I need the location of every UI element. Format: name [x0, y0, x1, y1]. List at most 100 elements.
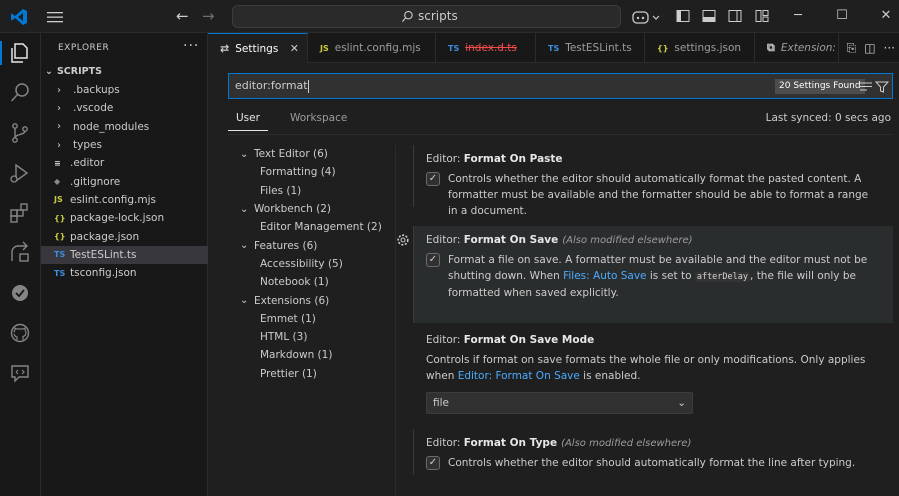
toc-item-label: Files (1): [260, 184, 302, 197]
tab-workspace[interactable]: Workspace: [282, 112, 355, 131]
tree-folder[interactable]: › .vscode: [41, 99, 208, 117]
activity-bar: [0, 33, 41, 496]
file-type-icon: {}: [54, 213, 66, 223]
toggle-panel-icon[interactable]: [702, 9, 716, 23]
setting-format-on-save: Editor: Format On Save (Also modified els…: [413, 226, 893, 323]
setting-title: Editor: Format On Save Mode: [426, 334, 595, 346]
filter-icon[interactable]: [874, 80, 890, 94]
explorer-sidebar: EXPLORER ··· ⌄ SCRIPTS › .backups › .vscode…: [41, 33, 208, 496]
files-auto-save-link[interactable]: Files: Auto Save: [563, 270, 646, 282]
source-control-icon[interactable]: [8, 121, 32, 145]
toc-item[interactable]: ⌄ Workbench (2): [228, 200, 398, 218]
more-actions-icon[interactable]: ···: [183, 38, 199, 54]
minimize-icon[interactable]: ─: [788, 6, 808, 26]
settings-editor: editor:format 20 Settings Found User Wor…: [208, 63, 899, 496]
toc-item[interactable]: Markdown (1): [228, 346, 398, 364]
extensions-icon[interactable]: [8, 201, 32, 225]
command-center-search[interactable]: scripts: [232, 5, 621, 28]
chevron-down-icon: ⌄: [240, 148, 249, 160]
more-actions-icon[interactable]: ···: [884, 41, 895, 56]
tab-eslint-config[interactable]: JS eslint.config.mjs: [308, 33, 436, 63]
toggle-secondary-sidebar-icon[interactable]: [728, 9, 742, 23]
tab-extension[interactable]: ⧉ Extension: P: [755, 33, 839, 63]
remote-explorer-icon[interactable]: [8, 241, 32, 265]
split-editor-icon[interactable]: ◫: [864, 41, 875, 56]
format-on-save-mode-select[interactable]: file ⌄: [426, 392, 693, 414]
toc-item[interactable]: Formatting (4): [228, 163, 398, 181]
gear-icon[interactable]: [396, 233, 410, 247]
ts-file-icon: TS: [448, 43, 460, 53]
tree-item-label: TestESLint.ts: [70, 248, 137, 261]
format-on-paste-checkbox[interactable]: ✓: [426, 172, 440, 186]
customize-layout-icon[interactable]: [755, 9, 769, 23]
workspace-section-header[interactable]: ⌄ SCRIPTS: [45, 66, 102, 77]
search-activity-icon[interactable]: [8, 81, 32, 105]
settings-search-input[interactable]: editor:format 20 Settings Found: [228, 73, 893, 99]
chevron-right-icon: ›: [57, 121, 61, 133]
toc-item[interactable]: ⌄ Text Editor (6): [228, 145, 398, 163]
setting-indicator: [413, 145, 414, 207]
tab-settings-json[interactable]: {} settings.json: [645, 33, 755, 63]
toc-item[interactable]: ⌄ Features (6): [228, 236, 398, 254]
toc-item[interactable]: Files (1): [228, 182, 398, 200]
toc-item[interactable]: HTML (3): [228, 328, 398, 346]
inline-code: afterDelay: [694, 272, 751, 282]
divider: [228, 134, 893, 135]
clear-filter-icon[interactable]: [859, 80, 873, 94]
toc-item[interactable]: Emmet (1): [228, 310, 398, 328]
toc-item[interactable]: Prettier (1): [228, 365, 398, 383]
explorer-title: EXPLORER: [58, 43, 110, 53]
workspace-name: SCRIPTS: [56, 66, 102, 77]
toggle-primary-sidebar-icon[interactable]: [676, 9, 690, 23]
toc-item[interactable]: ⌄ Extensions (6): [228, 291, 398, 309]
toc-item[interactable]: Editor Management (2): [228, 218, 398, 236]
format-on-save-link[interactable]: Editor: Format On Save: [458, 370, 580, 382]
tab-settings[interactable]: ⇄ Settings ✕: [208, 33, 308, 63]
tree-file[interactable]: TS TestESLint.ts: [41, 245, 208, 264]
toc-item[interactable]: Notebook (1): [228, 273, 398, 291]
maximize-icon[interactable]: ☐: [832, 6, 852, 26]
sync-status: Last synced: 0 secs ago: [765, 112, 891, 124]
tab-label: Settings: [235, 42, 279, 55]
open-settings-json-icon[interactable]: ⎘: [847, 41, 857, 56]
modified-elsewhere-note[interactable]: (Also modified elsewhere): [562, 235, 692, 246]
tree-folder[interactable]: › node_modules: [41, 118, 208, 136]
testing-icon[interactable]: [8, 281, 32, 305]
explorer-icon[interactable]: [8, 41, 32, 65]
file-type-icon: JS: [54, 195, 63, 205]
file-type-icon: ◆: [54, 177, 61, 187]
editor-actions: ⎘ ◫ ···: [847, 41, 895, 56]
format-on-save-checkbox[interactable]: ✓: [426, 253, 440, 267]
setting-format-on-save-mode: Editor: Format On Save Mode Controls if …: [413, 326, 893, 422]
forward-arrow-icon[interactable]: →: [202, 8, 218, 24]
run-debug-icon[interactable]: [8, 161, 32, 185]
tree-item-label: eslint.config.mjs: [70, 193, 156, 206]
tab-user[interactable]: User: [228, 112, 268, 131]
modified-elsewhere-note[interactable]: (Also modified elsewhere): [561, 438, 691, 449]
tree-file[interactable]: {} package-lock.json: [41, 209, 208, 227]
copilot-icon[interactable]: [632, 8, 662, 26]
tab-index-d-ts[interactable]: TS index.d.ts: [436, 33, 536, 63]
back-arrow-icon[interactable]: ←: [176, 8, 192, 24]
tab-label: settings.json: [674, 42, 742, 54]
tree-item-label: package.json: [70, 230, 140, 243]
menu-icon[interactable]: [46, 9, 64, 25]
tree-file[interactable]: TS tsconfig.json: [41, 264, 208, 282]
setting-title: Editor: Format On Save (Also modified els…: [426, 234, 693, 246]
github-icon[interactable]: [8, 321, 32, 345]
format-on-type-checkbox[interactable]: ✓: [426, 456, 440, 470]
chevron-down-icon: ⌄: [240, 203, 249, 215]
tree-file[interactable]: ≡ .editor: [41, 154, 208, 172]
tree-folder[interactable]: › types: [41, 136, 208, 154]
toc-item[interactable]: Accessibility (5): [228, 255, 398, 273]
toc-item-label: Editor Management (2): [260, 221, 382, 234]
setting-description: Controls whether the editor should autom…: [448, 173, 869, 217]
tab-testeslint[interactable]: TS TestESLint.ts: [536, 33, 645, 63]
tree-file[interactable]: JS eslint.config.mjs: [41, 191, 208, 209]
chat-icon[interactable]: [8, 361, 32, 385]
tree-file[interactable]: {} package.json: [41, 227, 208, 245]
close-window-icon[interactable]: ✕: [876, 6, 896, 26]
close-icon[interactable]: ✕: [290, 42, 299, 55]
tree-folder[interactable]: › .backups: [41, 81, 208, 99]
tree-file[interactable]: ◆ .gitignore: [41, 172, 208, 190]
